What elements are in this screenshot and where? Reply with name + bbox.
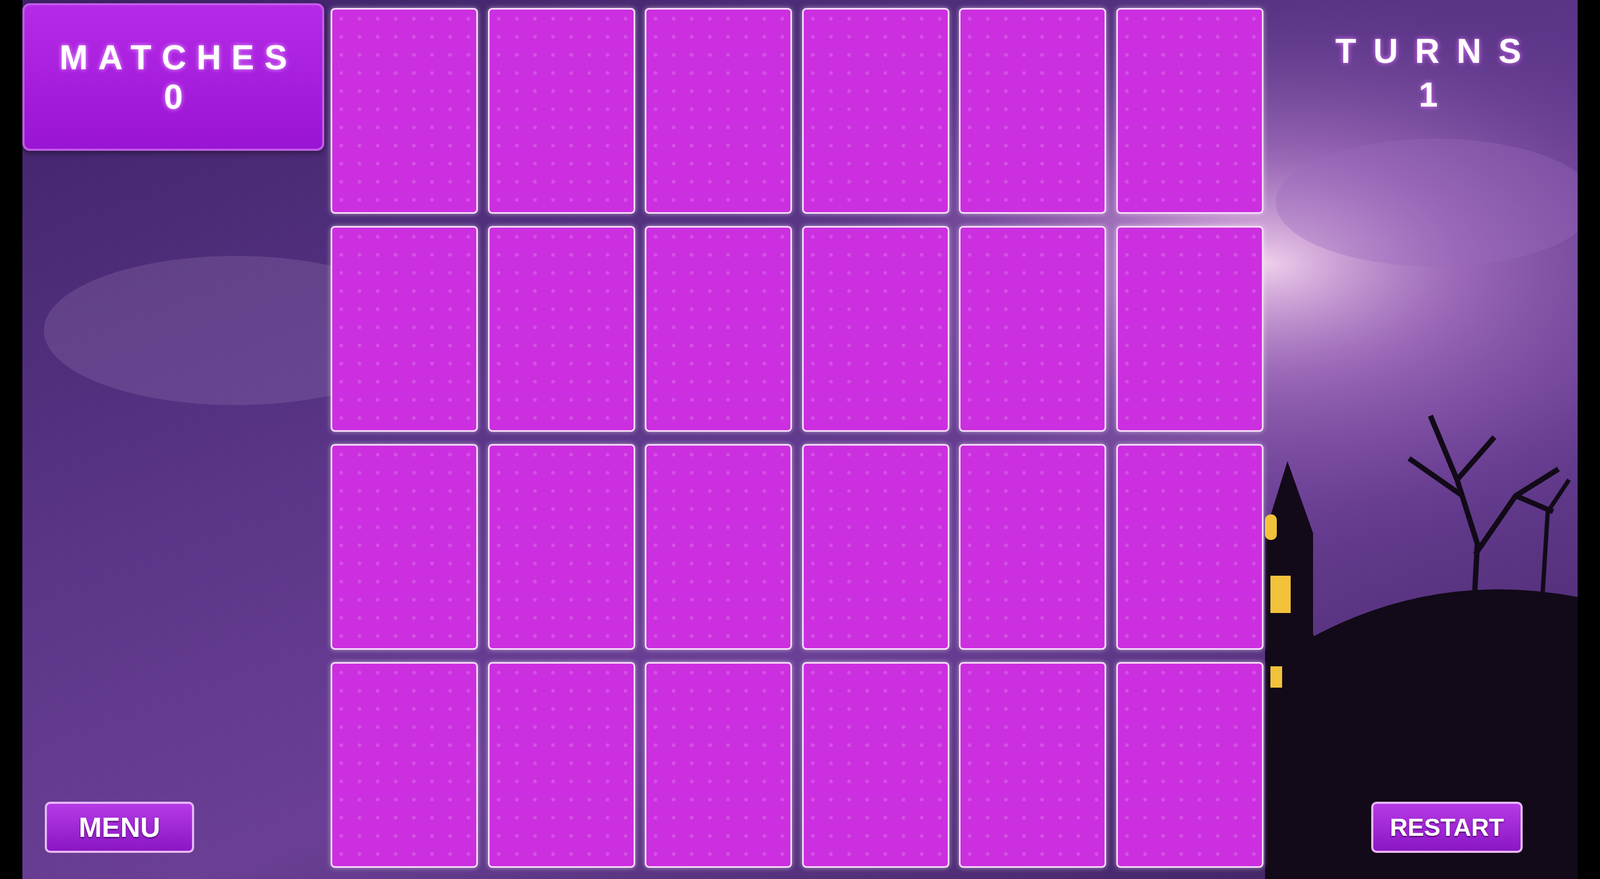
memory-card[interactable] xyxy=(644,8,792,214)
turns-label: TURNS xyxy=(1318,34,1539,69)
memory-card[interactable] xyxy=(644,662,792,869)
memory-card[interactable] xyxy=(330,8,478,214)
left-column: MATCHES 0 MENU xyxy=(22,0,331,879)
memory-card[interactable] xyxy=(1116,662,1264,869)
game-area: MATCHES 0 MENU TURNS 1 RESTART xyxy=(22,0,1578,879)
memory-game: MATCHES 0 MENU TURNS 1 RESTART xyxy=(0,0,1600,879)
memory-card[interactable] xyxy=(644,226,792,432)
turns-value: 1 xyxy=(1418,77,1438,112)
memory-card[interactable] xyxy=(488,8,636,214)
right-column: TURNS 1 RESTART xyxy=(1262,0,1578,879)
turns-panel: TURNS 1 xyxy=(1318,34,1539,112)
memory-card[interactable] xyxy=(644,444,792,651)
menu-button[interactable]: MENU xyxy=(44,802,195,854)
right-border xyxy=(1577,0,1600,879)
left-border xyxy=(0,0,23,879)
memory-card[interactable] xyxy=(958,226,1107,432)
matches-value: 0 xyxy=(163,80,183,115)
memory-card[interactable] xyxy=(1116,8,1264,214)
memory-card[interactable] xyxy=(1116,226,1264,432)
memory-card[interactable] xyxy=(958,444,1107,651)
memory-card[interactable] xyxy=(802,444,950,651)
memory-card[interactable] xyxy=(488,444,636,651)
memory-card[interactable] xyxy=(802,226,950,432)
memory-card[interactable] xyxy=(488,226,636,432)
memory-card[interactable] xyxy=(802,662,950,869)
matches-label: MATCHES xyxy=(49,40,298,75)
memory-card[interactable] xyxy=(802,8,950,214)
memory-card[interactable] xyxy=(958,662,1107,869)
card-grid xyxy=(330,0,1263,879)
memory-card[interactable] xyxy=(330,226,478,432)
memory-card[interactable] xyxy=(330,662,478,869)
memory-card[interactable] xyxy=(488,662,636,869)
memory-card[interactable] xyxy=(1116,444,1264,651)
memory-card[interactable] xyxy=(330,444,478,651)
memory-card[interactable] xyxy=(958,8,1107,214)
restart-button[interactable]: RESTART xyxy=(1371,802,1523,854)
matches-panel: MATCHES 0 xyxy=(22,3,325,151)
